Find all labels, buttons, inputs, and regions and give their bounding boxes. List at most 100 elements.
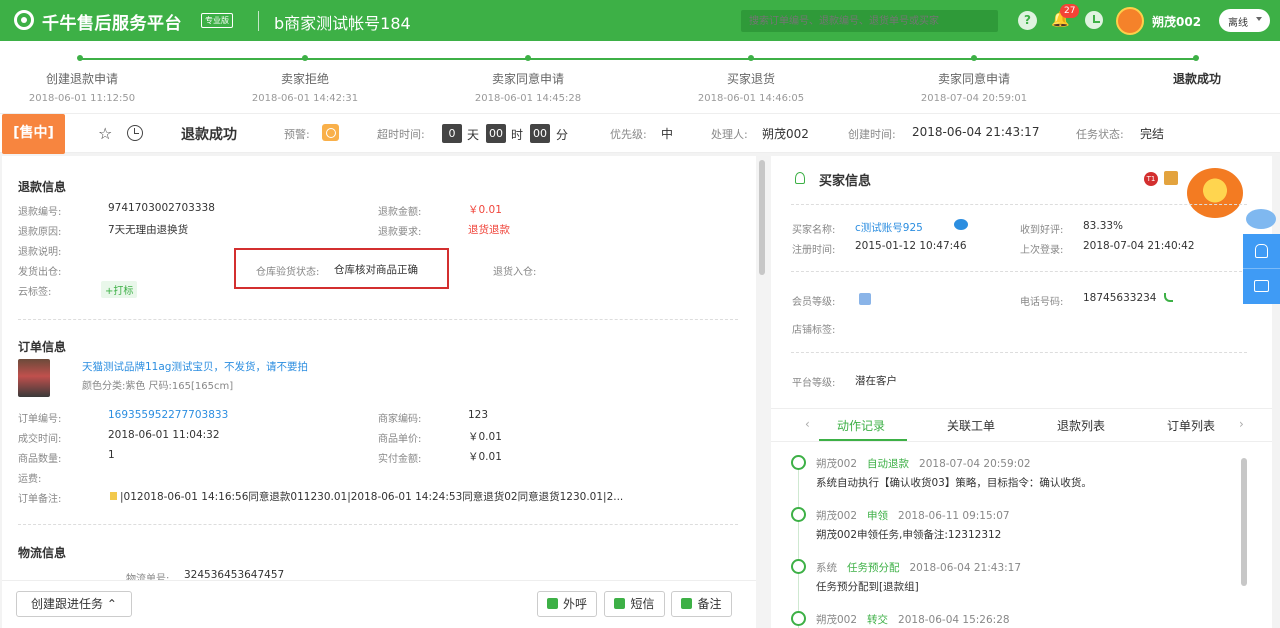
tab-order-list[interactable]: 订单列表 — [1167, 417, 1215, 434]
detail-panel[interactable]: 退款信息 退款编号: 9741703002703338 退款金额: ￥0.01 … — [2, 156, 756, 628]
help-icon[interactable]: ? — [1018, 11, 1037, 30]
cloud-tag-label: 云标签: — [18, 287, 52, 298]
refund-amount: ￥0.01 — [468, 204, 502, 216]
progress-steps: 创建退款申请 2018-06-01 11:12:50 卖家拒绝 2018-06-… — [0, 41, 1280, 113]
step-5: 卖家同意申请 2018-07-04 20:59:01 — [894, 70, 1054, 104]
order-no-link[interactable]: 169355952277703833 — [108, 409, 228, 421]
step-label: 卖家拒绝 — [280, 72, 329, 86]
clock-icon[interactable] — [127, 125, 143, 141]
t1-level-icon: T1 — [1144, 172, 1158, 186]
refund-requirement: 退货退款 — [468, 224, 510, 236]
sms-button[interactable]: 短信 — [604, 591, 665, 617]
timeline-dot — [791, 611, 806, 626]
step-dot — [748, 55, 754, 61]
product-thumbnail[interactable] — [18, 359, 50, 397]
timeout-hours: 00 — [486, 124, 506, 143]
timeline-action: 自动退款 — [867, 458, 910, 470]
sms-label: 短信 — [630, 597, 655, 611]
timeline-body: 任务预分配到[退款组] — [816, 581, 919, 593]
step-1: 创建退款申请 2018-06-01 11:12:50 — [2, 70, 162, 104]
buyer-avatar — [1187, 168, 1243, 218]
add-tag-button[interactable]: +打标 — [101, 281, 138, 298]
warehouse-out-label: 发货出仓: — [18, 267, 62, 278]
action-bar: 创建跟进任务 ⌃ 外呼 短信 备注 — [2, 580, 756, 628]
step-time: 2018-06-01 14:45:28 — [474, 93, 582, 104]
chevron-up-icon: ⌃ — [106, 597, 117, 611]
notification-count: 27 — [1060, 4, 1080, 18]
phone-icon[interactable] — [1164, 293, 1173, 302]
notify-float-button[interactable] — [1243, 234, 1280, 270]
unit-price-label: 商品单价: — [378, 434, 422, 445]
handler-value: 朔茂002 — [762, 127, 809, 141]
return-warehouse-label: 退货入仓: — [493, 267, 537, 278]
divider — [791, 204, 1247, 205]
star-icon[interactable]: ☆ — [98, 124, 112, 143]
step-time: 2018-06-01 14:42:31 — [251, 93, 359, 104]
vip-icon — [1164, 171, 1178, 185]
step-label: 买家退货 — [726, 72, 775, 86]
brand-title: 千牛售后服务平台 — [42, 14, 182, 34]
timeline-body: 系统自动执行【确认收货03】策略，目标指令：确认收货。 — [816, 477, 1092, 489]
account-name: b商家测试帐号184 — [274, 14, 411, 33]
timeline-action: 申领 — [867, 510, 889, 522]
chevron-right-icon[interactable]: › — [1239, 417, 1244, 431]
priority-label: 优先级: — [610, 128, 647, 141]
product-name-link[interactable]: 天猫测试品牌11ag测试宝贝，不发货，请不要拍 — [82, 359, 308, 374]
timeline-head: 朔茂002 申领 2018-06-11 09:15:07 — [816, 508, 1010, 523]
rating: 83.33% — [1083, 220, 1124, 232]
chat-icon[interactable] — [954, 219, 968, 230]
avatar[interactable] — [1116, 7, 1144, 35]
task-bar: [售中] ☆ 退款成功 预警: 超时时间: 0 天 00 时 00 分 优先级:… — [0, 113, 1280, 154]
divider — [18, 319, 738, 320]
timeline-action: 任务预分配 — [847, 562, 900, 574]
paid: ￥0.01 — [468, 451, 502, 463]
clock-icon[interactable] — [1085, 11, 1103, 29]
scrollbar[interactable] — [759, 160, 765, 275]
message-icon — [1254, 280, 1269, 292]
divider — [18, 524, 738, 525]
timeline-time: 2018-07-04 20:59:02 — [919, 458, 1031, 470]
chat-float-button[interactable] — [1243, 268, 1280, 304]
tab-refund-list[interactable]: 退款列表 — [1057, 417, 1105, 434]
scrollbar[interactable] — [1241, 458, 1247, 586]
note-button[interactable]: 备注 — [671, 591, 732, 617]
buyer-name-link[interactable]: c测试账号925 — [855, 220, 923, 235]
shipping-label: 运费: — [18, 474, 42, 485]
refund-requirement-label: 退款要求: — [378, 227, 422, 238]
online-status-select[interactable]: 离线 — [1219, 9, 1270, 32]
active-tab-indicator — [819, 439, 907, 441]
timeline-head: 系统 任务预分配 2018-06-04 21:43:17 — [816, 560, 1021, 575]
timeline-user: 朔茂002 — [816, 510, 858, 522]
step-2: 卖家拒绝 2018-06-01 14:42:31 — [225, 70, 385, 104]
refund-no-label: 退款编号: — [18, 207, 62, 218]
rating-label: 收到好评: — [1020, 225, 1064, 236]
timeline-head: 朔茂002 转交 2018-06-04 15:26:28 — [816, 612, 1010, 627]
note-label: 备注 — [697, 597, 722, 611]
user-name[interactable]: 朔茂002 — [1152, 13, 1201, 30]
step-label: 卖家同意申请 — [491, 72, 564, 86]
task-status-label: 任务状态: — [1076, 128, 1124, 141]
divider — [791, 271, 1247, 272]
tab-related-tickets[interactable]: 关联工单 — [947, 417, 995, 434]
platform-level: 潜在客户 — [855, 375, 897, 387]
search-input[interactable] — [741, 10, 998, 32]
cloud-icon — [1246, 209, 1276, 229]
task-status-value: 完结 — [1140, 127, 1165, 141]
create-follow-task-button[interactable]: 创建跟进任务 ⌃ — [16, 591, 132, 617]
chevron-left-icon[interactable]: ‹ — [805, 417, 810, 431]
record-tabs: ‹ 动作记录 关联工单 退款列表 订单列表 › — [771, 408, 1272, 442]
order-section-title: 订单信息 — [18, 340, 67, 354]
created-value: 2018-06-04 21:43:17 — [912, 125, 1040, 139]
warning-icon — [322, 124, 339, 141]
tab-action-log[interactable]: 动作记录 — [837, 417, 885, 434]
step-dot — [1193, 55, 1199, 61]
call-button[interactable]: 外呼 — [537, 591, 597, 617]
refund-reason-label: 退款原因: — [18, 227, 62, 238]
create-follow-task-label: 创建跟进任务 — [31, 597, 104, 611]
order-no-label: 订单编号: — [18, 414, 62, 425]
timeline-body: 朔茂002申领任务,申领备注:12312312 — [816, 529, 1002, 541]
paid-label: 实付金额: — [378, 454, 422, 465]
sale-stage-tag: [售中] — [2, 114, 65, 154]
timeline-time: 2018-06-04 15:26:28 — [898, 614, 1010, 626]
assistant-mascot[interactable] — [1244, 205, 1280, 233]
